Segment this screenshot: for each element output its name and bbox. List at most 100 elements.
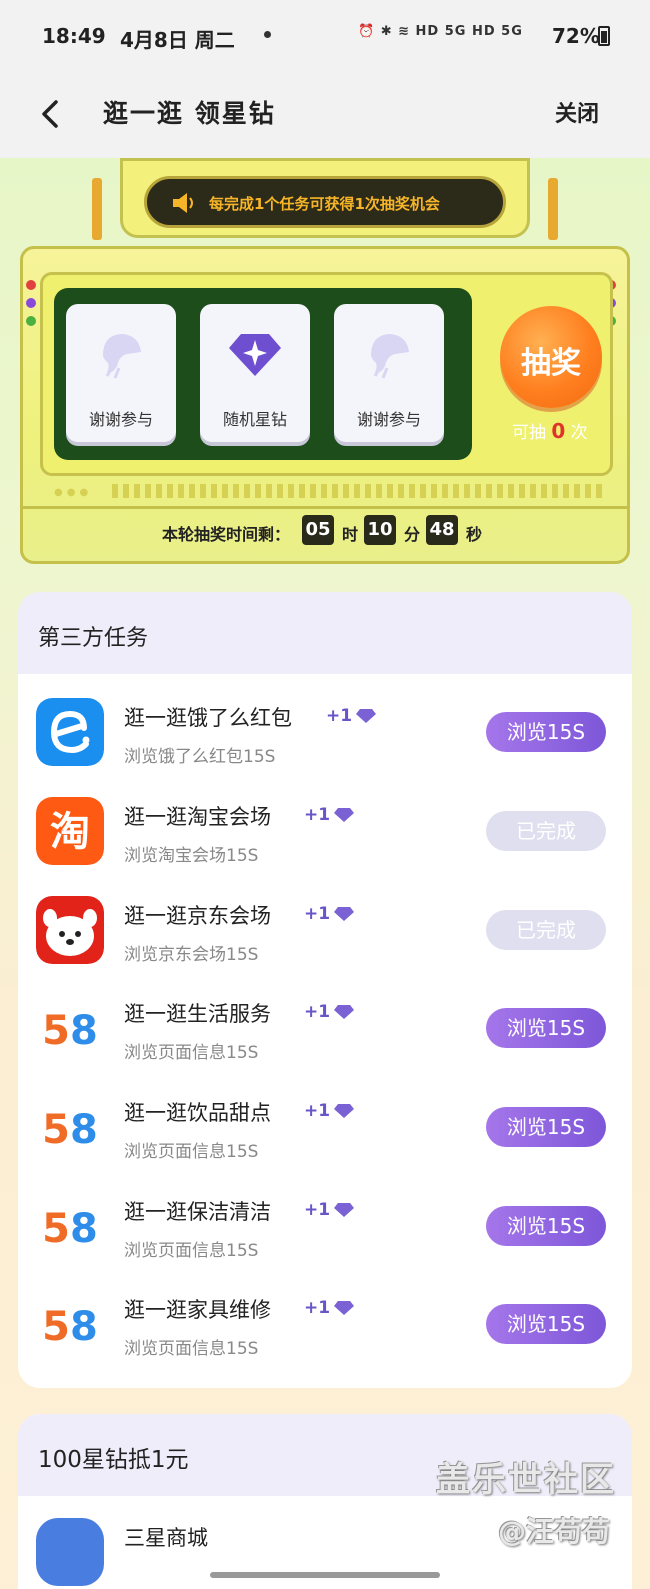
countdown-timer: 本轮抽奖时间剩： 05 时 10 分 48 秒: [20, 506, 630, 546]
decorative-dots: ●●●: [54, 487, 93, 498]
draw-count-suffix: 次: [570, 423, 588, 443]
draw-count-prefix: 可抽: [512, 423, 546, 443]
prize-label: 随机星钻: [222, 410, 287, 429]
nav-header: 逛一逛 领星钻 关闭: [0, 70, 650, 158]
task-subtitle: 浏览页面信息15S: [124, 1043, 259, 1063]
prize-card: 谢谢参与: [66, 304, 176, 442]
jd-icon: [36, 896, 104, 964]
status-bar: 18:49 4月8日 周二 ⏰ ✱ ≋ HD 5G HD 5G 72%: [0, 0, 650, 70]
prize-label: 谢谢参与: [356, 410, 421, 429]
sorry-icon: [371, 334, 409, 379]
prize-panel: 谢谢参与 随机星钻 谢谢参与: [54, 288, 472, 460]
task-row: 58 逛一逛家具维修 +1 浏览页面信息15S 浏览15S: [18, 1278, 632, 1376]
lottery-banner: 每完成1个任务可获得1次抽奖机会: [144, 176, 506, 228]
task-title: 三星商城: [124, 1526, 208, 1550]
browse-button[interactable]: 浏览15S: [486, 1107, 606, 1147]
task-subtitle: 浏览淘宝会场15S: [124, 846, 259, 866]
close-button[interactable]: 关闭: [555, 96, 599, 128]
eleme-icon: [36, 698, 104, 766]
task-title: 逛一逛饿了么红包: [124, 706, 292, 730]
watermark: 盖乐世社区: [436, 1460, 616, 1500]
task-title: 逛一逛淘宝会场: [124, 805, 271, 829]
draw-button[interactable]: 抽奖: [500, 306, 602, 408]
completed-button[interactable]: 已完成: [486, 811, 606, 851]
coupon-card: 100星钻抵1元 三星商城: [18, 1414, 632, 1589]
timer-seconds-unit: 秒: [466, 525, 483, 544]
browse-button[interactable]: 浏览15S: [486, 1206, 606, 1246]
task-title: 逛一逛京东会场: [124, 904, 271, 928]
draw-count-number: 0: [551, 419, 566, 443]
gem-icon: [356, 709, 377, 723]
home-indicator[interactable]: [210, 1572, 440, 1578]
task-row: 58 逛一逛饮品甜点 +1 浏览页面信息15S 浏览15S: [18, 1081, 632, 1179]
task-reward: +1: [304, 1298, 355, 1318]
task-reward: +1: [326, 706, 377, 726]
svg-text:58: 58: [42, 1304, 98, 1350]
task-subtitle: 浏览页面信息15S: [124, 1142, 259, 1162]
completed-button[interactable]: 已完成: [486, 910, 606, 950]
58-icon: 58: [42, 1107, 98, 1153]
back-arrow-icon[interactable]: [36, 94, 66, 134]
task-row: 淘 逛一逛淘宝会场 +1 浏览淘宝会场15S 已完成: [18, 785, 632, 883]
browse-button[interactable]: 浏览15S: [486, 712, 606, 752]
prize-label: 谢谢参与: [88, 410, 153, 429]
browse-button[interactable]: 浏览15S: [486, 1304, 606, 1344]
task-row: 逛一逛京东会场 +1 浏览京东会场15S 已完成: [18, 884, 632, 982]
58-icon: 58: [42, 1206, 98, 1252]
gem-icon: [334, 1005, 355, 1019]
card-header: 第三方任务: [18, 592, 632, 674]
battery-icon: [598, 26, 610, 46]
status-icons: ⏰ ✱ ≋ HD 5G HD 5G: [358, 24, 523, 39]
timer-seconds: 48: [426, 515, 458, 545]
task-subtitle: 浏览京东会场15S: [124, 945, 259, 965]
task-reward: +1: [304, 1002, 355, 1022]
svg-text:58: 58: [42, 1206, 98, 1252]
banner-text: 每完成1个任务可获得1次抽奖机会: [209, 195, 440, 213]
task-row: 58 逛一逛生活服务 +1 浏览页面信息15S 浏览15S: [18, 982, 632, 1080]
browse-button[interactable]: 浏览15S: [486, 1008, 606, 1048]
svg-text:淘: 淘: [50, 809, 90, 855]
decorative-ticks: [112, 484, 602, 498]
task-title: 逛一逛生活服务: [124, 1002, 271, 1026]
task-reward: +1: [304, 1101, 355, 1121]
gem-icon: [334, 1203, 355, 1217]
svg-text:58: 58: [42, 1107, 98, 1153]
task-subtitle: 浏览饿了么红包15S: [124, 747, 276, 767]
machine-post-left: [92, 178, 102, 240]
third-party-tasks-card: 第三方任务 逛一逛饿了么红包 +1 浏览饿了么红包15S 浏览15S 淘 逛一逛…: [18, 592, 632, 1388]
sorry-icon: [103, 334, 141, 379]
draw-count: 可抽 0 次: [512, 418, 588, 443]
task-row: 58 逛一逛保洁清洁 +1 浏览页面信息15S 浏览15S: [18, 1180, 632, 1278]
gem-icon: [334, 907, 355, 921]
status-time: 18:49: [42, 24, 106, 48]
taobao-icon: 淘: [36, 797, 104, 865]
task-title: 逛一逛家具维修: [124, 1298, 271, 1322]
samsung-mall-icon: [36, 1518, 104, 1586]
task-subtitle: 浏览页面信息15S: [124, 1339, 259, 1359]
machine-post-right: [548, 178, 558, 240]
status-date: 4月8日 周二: [120, 28, 235, 52]
task-row: 逛一逛饿了么红包 +1 浏览饿了么红包15S 浏览15S: [18, 686, 632, 784]
task-title: 逛一逛饮品甜点: [124, 1101, 271, 1125]
58-icon: 58: [42, 1008, 98, 1054]
battery-percent: 72%: [552, 24, 600, 48]
task-title: 逛一逛保洁清洁: [124, 1200, 271, 1224]
timer-hours-unit: 时: [342, 525, 359, 544]
speaker-icon: [173, 193, 193, 213]
58-icon: 58: [42, 1304, 98, 1350]
prize-card: 随机星钻: [200, 304, 310, 442]
task-reward: +1: [304, 1200, 355, 1220]
card-title: 第三方任务: [38, 626, 149, 651]
prize-card: 谢谢参与: [334, 304, 444, 442]
timer-minutes: 10: [364, 515, 396, 545]
task-subtitle: 浏览页面信息15S: [124, 1241, 259, 1261]
task-reward: +1: [304, 904, 355, 924]
gem-icon: [334, 1301, 355, 1315]
timer-minutes-unit: 分: [404, 525, 421, 544]
indicator-light-purple: [26, 298, 36, 308]
card-title: 100星钻抵1元: [38, 1447, 189, 1473]
draw-label: 抽奖: [521, 346, 581, 381]
notification-dot-icon: [264, 31, 271, 38]
indicator-light-red: [26, 280, 36, 290]
watermark-author: @汪苟苟: [498, 1515, 611, 1548]
